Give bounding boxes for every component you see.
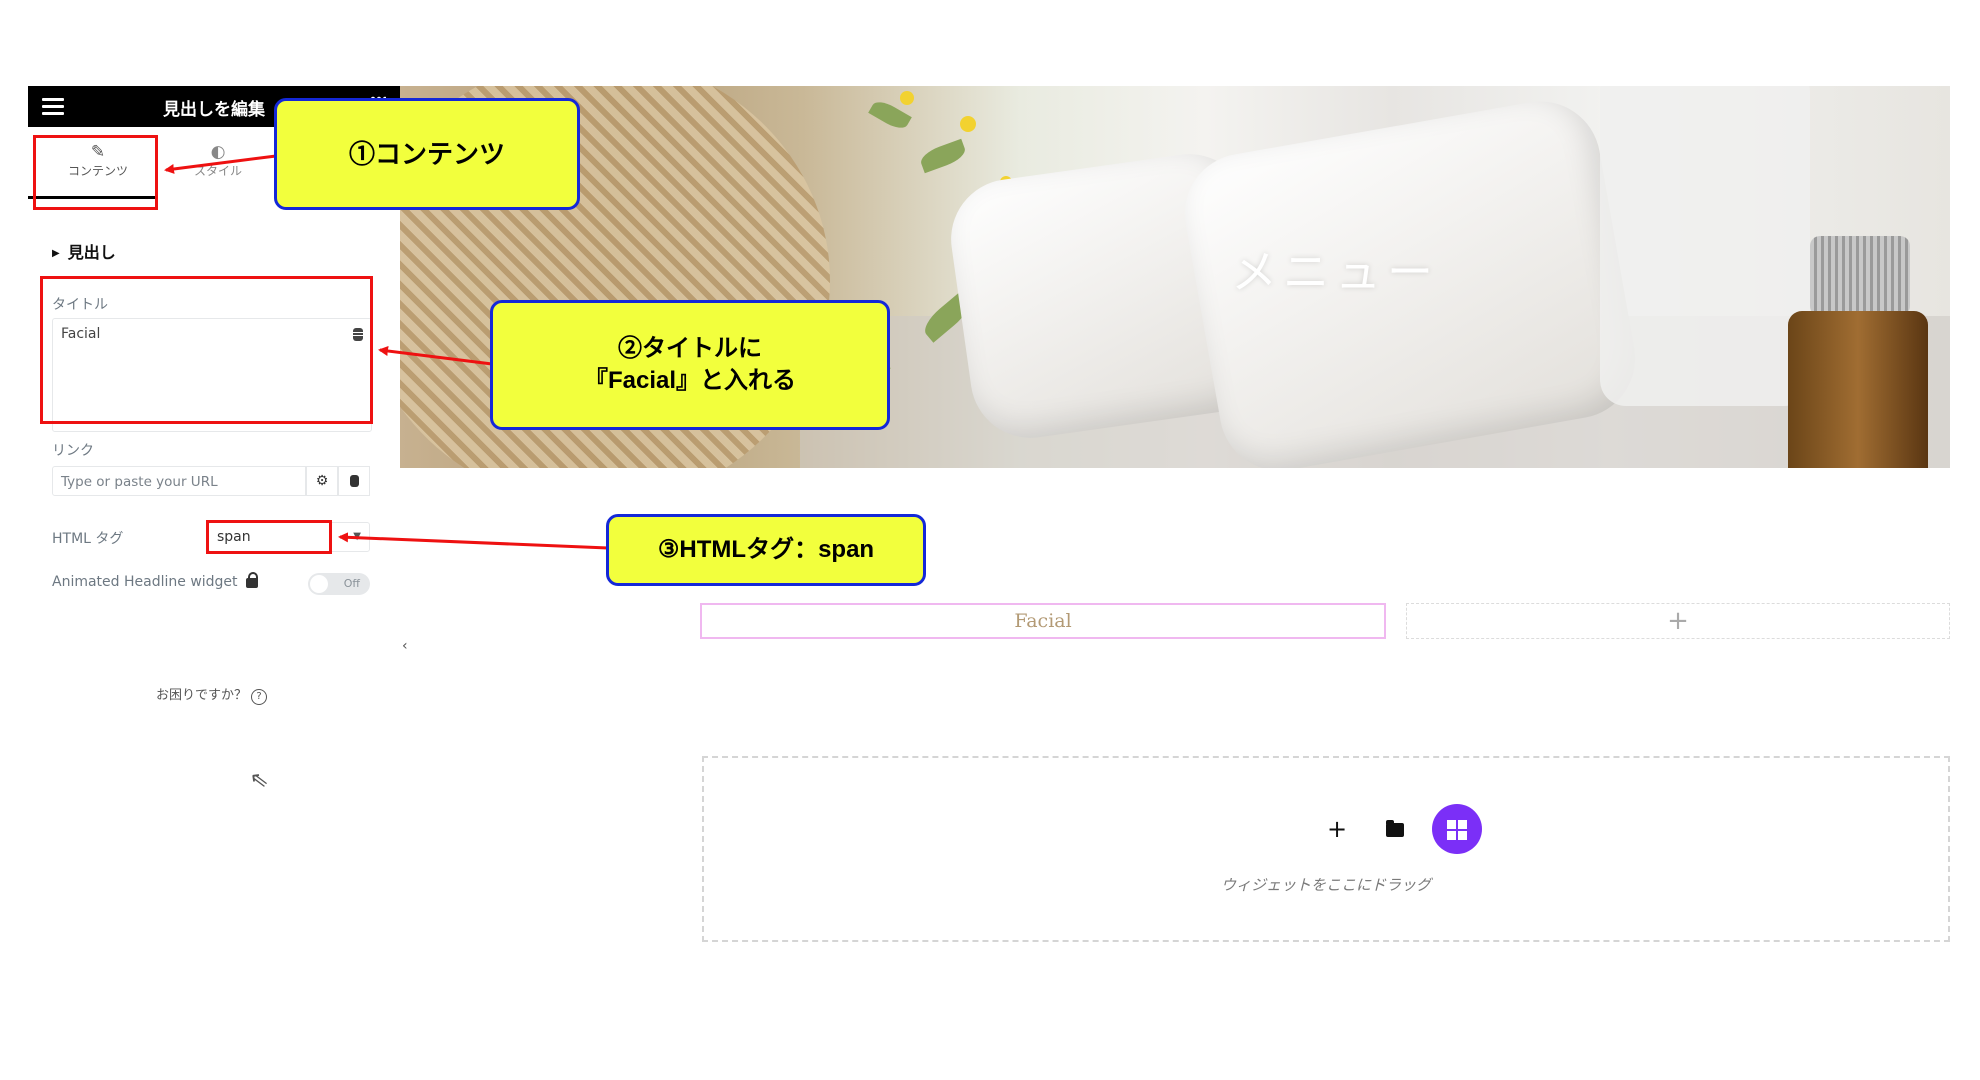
help-text: お困りですか？ [156, 688, 248, 703]
annotation-box-title [40, 276, 373, 424]
widget-dropzone[interactable]: + ウィジェットをここにドラッグ [702, 756, 1950, 942]
callout-content-tab: ①コンテンツ [274, 98, 580, 210]
mouse-cursor-icon: ⇖ [248, 766, 271, 795]
kit-grid-icon[interactable] [1432, 804, 1482, 854]
add-section-plus-icon[interactable]: + [1316, 808, 1358, 850]
section-heading-toggle[interactable]: ▶ 見出し [52, 239, 116, 263]
template-folder-icon[interactable] [1374, 808, 1416, 850]
html-tag-label: HTML タグ [52, 531, 124, 547]
flower-decoration [960, 116, 976, 132]
animated-headline-label: Animated Headline widget [52, 574, 238, 590]
tab-style[interactable]: ◐ スタイル [158, 136, 278, 206]
callout-title-line1: ②タイトルに [618, 335, 762, 362]
caret-right-icon: ▶ [52, 248, 60, 259]
help-link[interactable]: お困りですか？? [156, 684, 268, 705]
callout-title-line2: 『Facial』と入れる [583, 367, 797, 394]
annotation-box-html-tag [206, 520, 332, 554]
question-circle-icon: ? [251, 689, 268, 705]
flower-decoration [900, 91, 914, 105]
link-dynamic-tags-icon[interactable] [338, 466, 370, 496]
add-column-button[interactable]: + [1406, 603, 1950, 639]
section-title: 見出し [67, 243, 116, 262]
leaf-decoration [917, 138, 969, 174]
callout-title: ②タイトルに 『Facial』と入れる [490, 300, 890, 430]
dropzone-hint: ウィジェットをここにドラッグ [1220, 876, 1431, 894]
link-label: リンク [52, 443, 94, 459]
chevron-down-icon: ▼ [353, 531, 361, 542]
tab-style-label: スタイル [193, 164, 242, 178]
amber-bottle-image-part [1788, 311, 1928, 468]
lock-icon [246, 572, 258, 588]
link-options-gear-icon[interactable]: ⚙ [306, 466, 338, 496]
animated-headline-toggle[interactable]: Off [308, 573, 370, 595]
collapse-panel-chevron-icon[interactable]: ‹ [402, 638, 408, 654]
hero-title: メニュー [1231, 245, 1439, 299]
annotation-box-content-tab [33, 135, 158, 210]
callout-html-tag: ③HTMLタグ：span [606, 514, 926, 586]
link-url-input[interactable]: Type or paste your URL [52, 466, 306, 496]
half-circle-icon: ◐ [210, 142, 226, 162]
selected-heading-widget[interactable]: Facial [700, 603, 1386, 639]
